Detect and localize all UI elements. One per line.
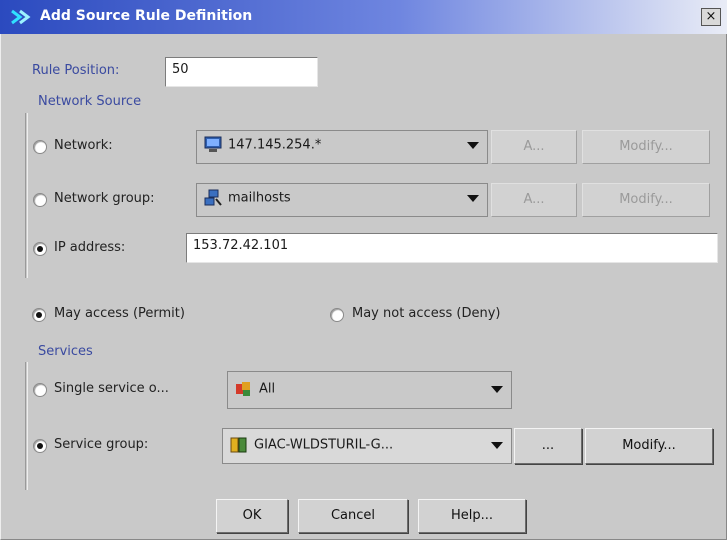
services-group-border bbox=[25, 362, 27, 490]
service-all-icon bbox=[236, 382, 250, 396]
chevron-down-icon bbox=[491, 386, 503, 393]
network-dropdown[interactable]: 147.145.254.* bbox=[196, 130, 488, 164]
network-group-label: Network group: bbox=[54, 191, 155, 206]
service-group-icon bbox=[230, 437, 247, 453]
deny-radio[interactable] bbox=[330, 308, 344, 322]
services-title: Services bbox=[38, 344, 93, 359]
network-group-dropdown[interactable]: mailhosts bbox=[196, 183, 488, 217]
single-service-value: All bbox=[259, 381, 276, 397]
service-group-modify-button[interactable]: Modify... bbox=[585, 428, 713, 464]
permit-radio[interactable] bbox=[32, 308, 46, 322]
single-service-label: Single service o... bbox=[54, 381, 169, 396]
network-group-value: mailhosts bbox=[228, 190, 291, 206]
network-value: 147.145.254.* bbox=[228, 137, 322, 153]
network-modify-button[interactable]: Modify... bbox=[582, 130, 710, 164]
app-icon bbox=[10, 9, 34, 25]
chevron-down-icon bbox=[467, 195, 479, 202]
service-group-dropdown[interactable]: GIAC-WLDSTURIL-G... bbox=[222, 428, 512, 464]
network-add-button[interactable]: A... bbox=[491, 130, 577, 164]
help-button[interactable]: Help... bbox=[418, 499, 526, 533]
rule-position-label: Rule Position: bbox=[32, 63, 120, 78]
service-group-label: Service group: bbox=[54, 437, 149, 452]
ok-button[interactable]: OK bbox=[216, 499, 288, 533]
host-group-icon bbox=[204, 189, 222, 206]
network-source-group-border bbox=[25, 113, 27, 278]
cancel-button[interactable]: Cancel bbox=[298, 499, 408, 533]
ip-address-input[interactable]: 153.72.42.101 bbox=[186, 233, 718, 263]
chevron-down-icon bbox=[467, 142, 479, 149]
permit-label: May access (Permit) bbox=[54, 306, 185, 321]
network-group-radio[interactable] bbox=[33, 193, 47, 207]
network-radio[interactable] bbox=[33, 140, 47, 154]
network-group-modify-button[interactable]: Modify... bbox=[582, 183, 710, 217]
close-button[interactable]: × bbox=[701, 8, 721, 26]
network-source-title: Network Source bbox=[38, 94, 142, 109]
dialog-body bbox=[0, 34, 727, 540]
service-group-radio[interactable] bbox=[33, 439, 47, 453]
ip-address-radio[interactable] bbox=[33, 242, 47, 256]
deny-label: May not access (Deny) bbox=[352, 306, 501, 321]
network-group-add-button[interactable]: A... bbox=[491, 183, 577, 217]
service-group-browse-button[interactable]: ... bbox=[514, 428, 582, 464]
chevron-down-icon bbox=[491, 442, 503, 449]
title-bar[interactable]: Add Source Rule Definition × bbox=[0, 0, 727, 34]
ip-address-label: IP address: bbox=[54, 240, 126, 255]
single-service-radio[interactable] bbox=[33, 383, 47, 397]
network-computer-icon bbox=[204, 136, 222, 152]
network-label: Network: bbox=[54, 138, 113, 153]
rule-position-input[interactable]: 50 bbox=[165, 57, 318, 87]
single-service-dropdown[interactable]: All bbox=[227, 371, 512, 409]
service-group-value: GIAC-WLDSTURIL-G... bbox=[254, 437, 394, 453]
window-title: Add Source Rule Definition bbox=[40, 8, 253, 24]
